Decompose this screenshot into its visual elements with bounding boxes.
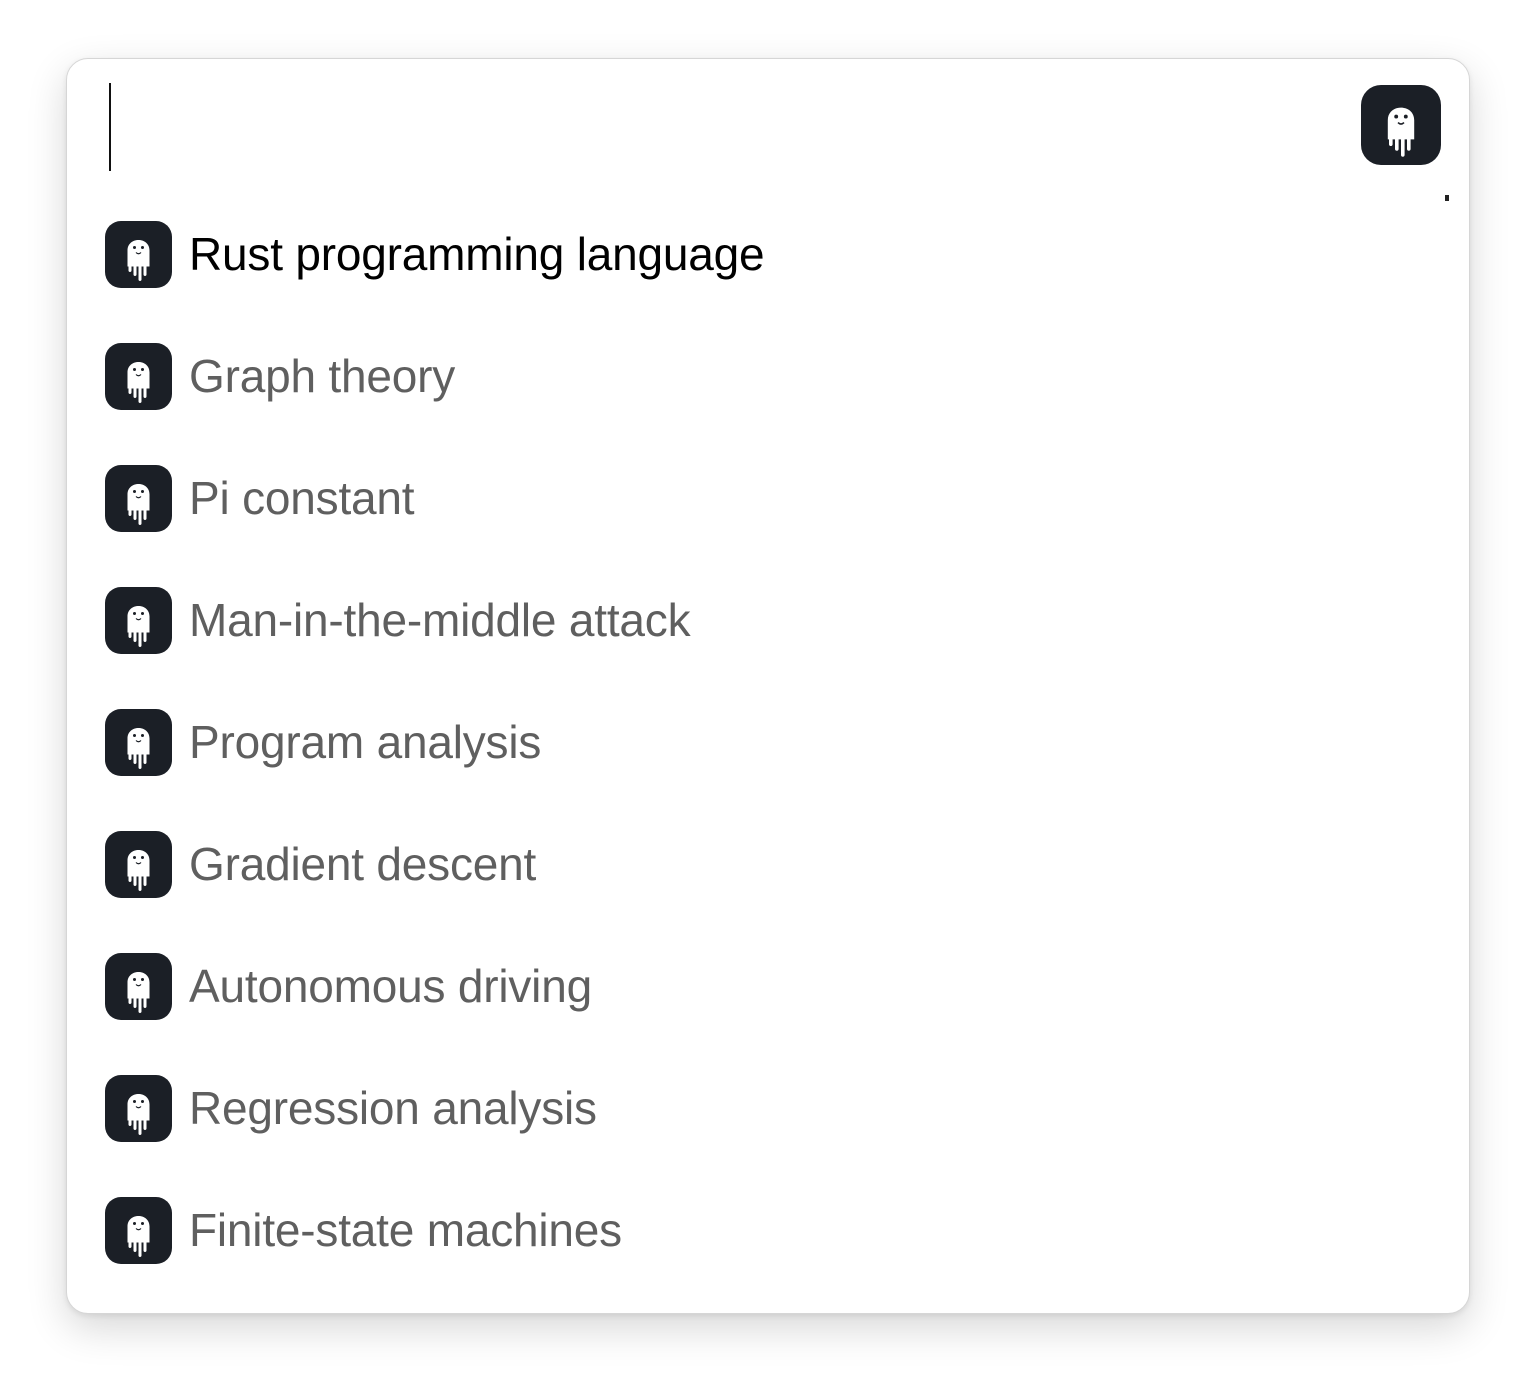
results-list: Rust programming language Graph theory P… <box>105 221 1425 1319</box>
ghost-icon <box>105 587 172 654</box>
result-label: Rust programming language <box>189 228 765 280</box>
result-label: Pi constant <box>189 472 415 524</box>
ghost-icon <box>105 953 172 1020</box>
ghost-icon <box>105 221 172 288</box>
result-label: Man-in-the-middle attack <box>189 594 691 646</box>
ghost-icon <box>105 465 172 532</box>
result-label: Program analysis <box>189 716 542 768</box>
ghost-icon <box>105 1197 172 1264</box>
ghost-icon <box>105 1075 172 1142</box>
result-item-6[interactable]: Gradient descent <box>105 831 1425 953</box>
ghost-icon <box>105 343 172 410</box>
result-item-8[interactable]: Regression analysis <box>105 1075 1425 1197</box>
result-label: Gradient descent <box>189 838 537 890</box>
result-item-7[interactable]: Autonomous driving <box>105 953 1425 1075</box>
search-bar <box>67 59 1469 201</box>
result-item-3[interactable]: Pi constant <box>105 465 1425 587</box>
result-item-5[interactable]: Program analysis <box>105 709 1425 831</box>
ghost-icon <box>105 709 172 776</box>
result-item-9[interactable]: Finite-state machines <box>105 1197 1425 1319</box>
result-label: Regression analysis <box>189 1082 597 1134</box>
result-label: Autonomous driving <box>189 960 592 1012</box>
launcher-panel: Rust programming language Graph theory P… <box>66 58 1470 1314</box>
resize-indicator <box>1445 195 1449 201</box>
text-caret <box>109 83 111 171</box>
result-item-4[interactable]: Man-in-the-middle attack <box>105 587 1425 709</box>
ghost-app-icon[interactable] <box>1361 85 1441 165</box>
ghost-icon <box>105 831 172 898</box>
result-item-2[interactable]: Graph theory <box>105 343 1425 465</box>
result-label: Graph theory <box>189 350 456 402</box>
result-item-1[interactable]: Rust programming language <box>105 221 1425 343</box>
search-input[interactable] <box>105 83 1335 173</box>
result-label: Finite-state machines <box>189 1204 622 1256</box>
